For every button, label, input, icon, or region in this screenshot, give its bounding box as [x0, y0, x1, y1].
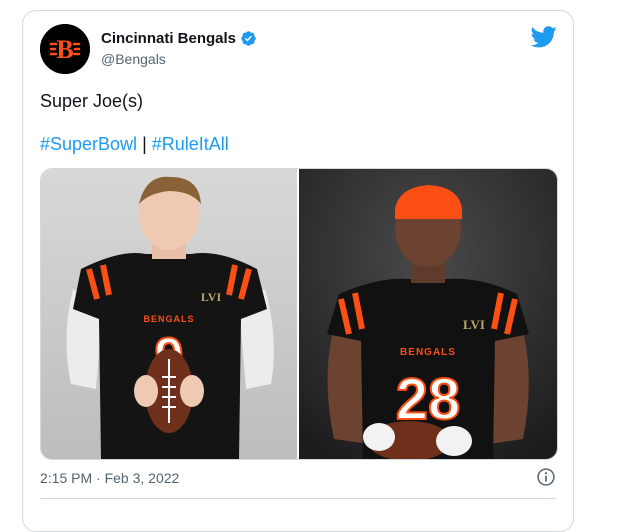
hashtag-superbowl[interactable]: #SuperBowl — [40, 134, 137, 154]
bengals-logo-icon: B — [40, 24, 90, 74]
tweet-media: BENGALS 9 LVI — [40, 168, 558, 460]
player-photo-joe-mixon[interactable]: BENGALS 28 LVI — [299, 169, 557, 459]
tweet-hashtags: #SuperBowl | #RuleItAll — [40, 134, 229, 155]
hashtag-separator: | — [142, 134, 147, 154]
info-icon[interactable] — [536, 467, 556, 487]
avatar[interactable]: B — [40, 24, 90, 74]
jersey-word-right: BENGALS — [400, 347, 456, 358]
tweet-card: B Cincinnati Bengals @Bengals Super Joe(… — [22, 10, 574, 532]
jersey-word-left: BENGALS — [143, 314, 194, 324]
player-photo-joe-burrow[interactable]: BENGALS 9 LVI — [41, 169, 297, 459]
tweet-timestamp[interactable]: 2:15 PM · Feb 3, 2022 — [40, 470, 179, 486]
avatar-logo-text: B — [56, 35, 73, 64]
author-handle[interactable]: @Bengals — [101, 51, 166, 67]
super-bowl-patch-left: LVI — [201, 290, 222, 304]
tweet-text: Super Joe(s) — [40, 91, 144, 111]
verified-badge-icon — [241, 31, 256, 46]
divider — [40, 498, 556, 499]
twitter-bird-icon[interactable] — [531, 26, 557, 48]
author-row: Cincinnati Bengals — [101, 30, 257, 47]
hashtag-ruleitall[interactable]: #RuleItAll — [152, 134, 229, 154]
super-bowl-patch-right: LVI — [463, 317, 485, 332]
author-name[interactable]: Cincinnati Bengals — [101, 30, 236, 47]
